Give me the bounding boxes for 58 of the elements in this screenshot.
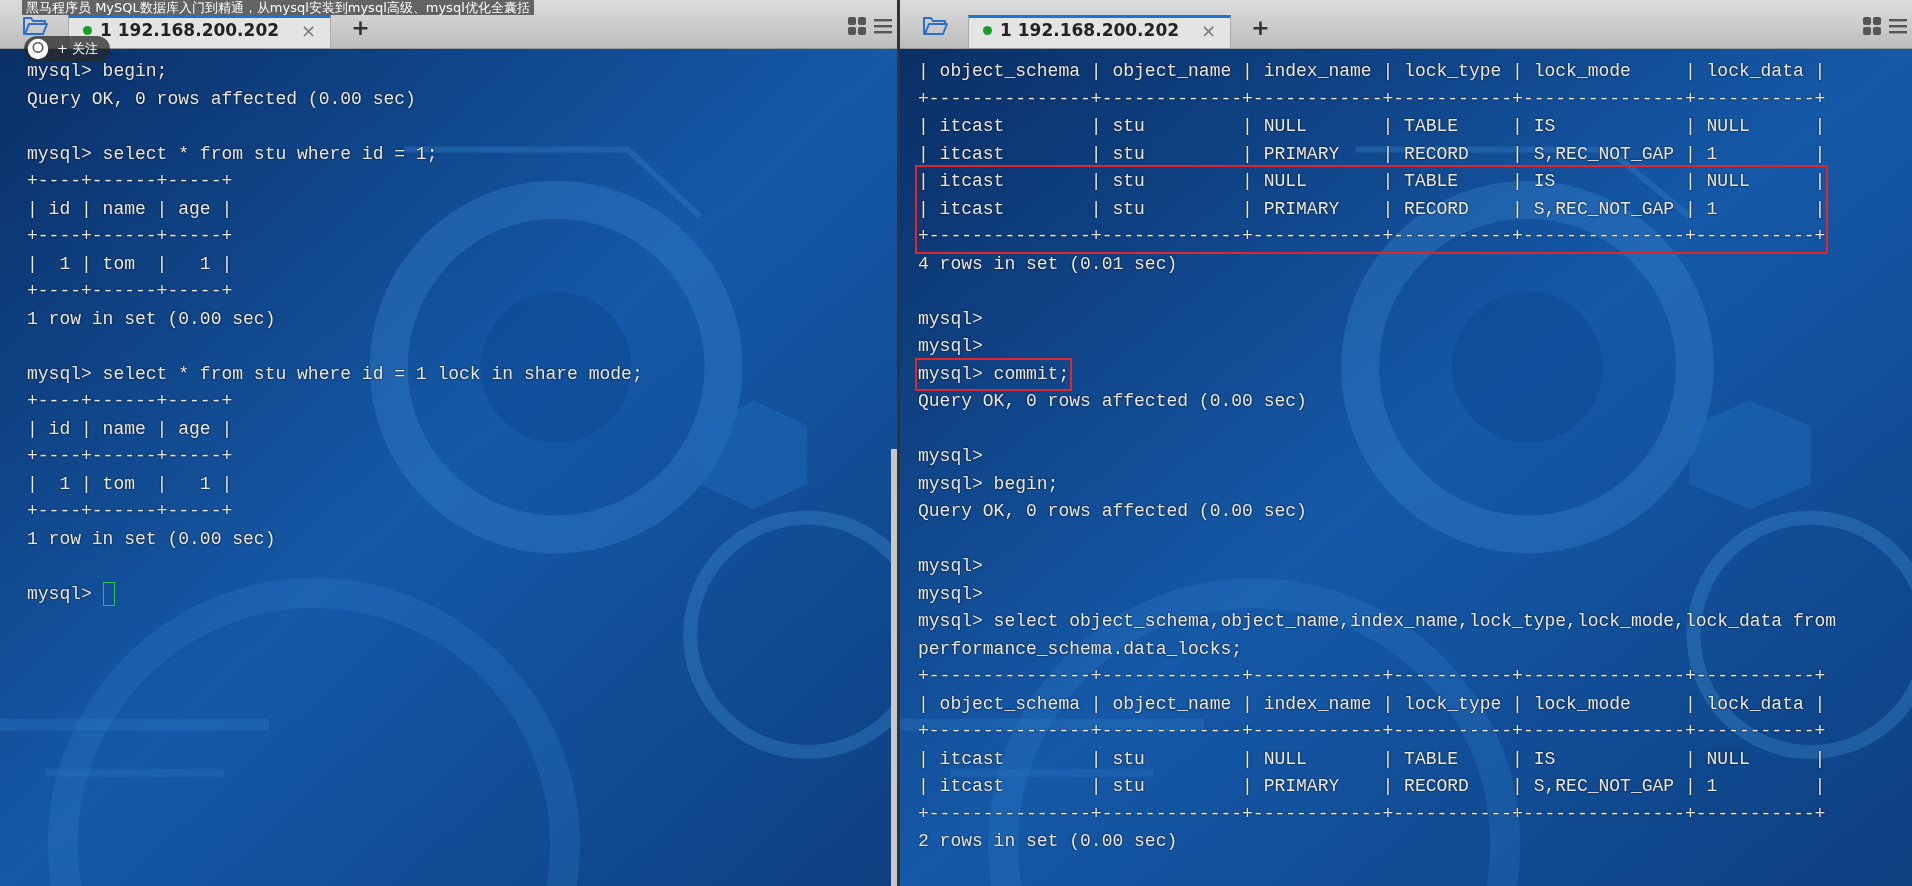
terminal-line: +---------------+-------------+------------+-----------+---------------+-----------+: [918, 225, 1826, 248]
terminal-line: | id | name | age |: [27, 417, 233, 441]
terminal-line: +----+------+-----+: [27, 170, 233, 193]
terminal-line: mysql>: [918, 555, 983, 578]
close-icon[interactable]: ×: [301, 19, 317, 41]
terminal-line: performance_schema.data_locks;: [918, 637, 1243, 661]
video-title: 黑马程序员 MySQL数据库入门到精通，从mysql安装到mysql高级、mysql优化全囊括: [22, 0, 534, 15]
terminal-line: Query OK, 0 rows affected (0.00 sec): [27, 87, 416, 111]
new-tab-button[interactable]: +: [1247, 15, 1274, 40]
terminal-line: | itcast | stu | PRIMARY | RECORD | S,REC_NOT_GAP | 1 |: [918, 197, 1826, 221]
terminal-line: mysql> select object_schema,object_name,index_name,lock_type,lock_mode,lock_data from: [918, 610, 1837, 633]
terminal-line: +----+------+-----+: [27, 280, 233, 303]
terminal-line: Query OK, 0 rows affected (0.00 sec): [918, 500, 1307, 523]
folder-icon[interactable]: [922, 14, 948, 36]
new-tab-button[interactable]: +: [347, 15, 374, 40]
terminal-line: | id | name | age |: [27, 197, 233, 221]
terminal-line: 4 rows in set (0.01 sec): [918, 252, 1178, 276]
terminal-line: | 1 | tom | 1 |: [27, 252, 233, 276]
terminal-line: | itcast | stu | NULL | TABLE | IS | NULL |: [918, 170, 1826, 193]
terminal-line: +---------------+-------------+------------+-----------+---------------+-----------+: [918, 665, 1826, 688]
terminal-line: 1 row in set (0.00 sec): [27, 527, 276, 551]
terminal-line: +---------------+-------------+------------+-----------+---------------+-----------+: [918, 720, 1826, 743]
terminal-line: mysql>: [918, 335, 983, 358]
text-cursor: [102, 582, 115, 607]
session-tab[interactable]: 1 192.168.200.202 ×: [968, 15, 1232, 48]
terminal-line: +----+------+-----+: [27, 390, 233, 413]
terminal-line: mysql>: [918, 582, 983, 606]
scrollbar[interactable]: [891, 449, 897, 886]
terminal-line: +----+------+-----+: [27, 445, 233, 468]
terminal-line: +---------------+-------------+------------+-----------+---------------+-----------+: [918, 802, 1826, 826]
menu-icon[interactable]: [1888, 16, 1908, 36]
terminal-line: | object_schema | object_name | index_name | lock_type | lock_mode | lock_data |: [918, 60, 1826, 83]
terminal-line: mysql> begin;: [918, 472, 1059, 496]
close-icon[interactable]: ×: [1201, 19, 1217, 41]
folder-icon[interactable]: [22, 14, 48, 36]
terminal-line: +---------------+-------------+------------+-----------+---------------+-----------+: [918, 87, 1826, 111]
terminal-line: | itcast | stu | NULL | TABLE | IS | NULL |: [918, 115, 1826, 138]
terminal-line: mysql> commit;: [918, 362, 1070, 386]
terminal-line: | 1 | tom | 1 |: [27, 472, 233, 496]
terminal-line: | itcast | stu | NULL | TABLE | IS | NULL |: [918, 747, 1826, 771]
terminal-line: mysql> begin;: [27, 60, 168, 83]
terminal-line: 2 rows in set (0.00 sec): [918, 830, 1178, 853]
grid-icon[interactable]: [1862, 16, 1882, 36]
terminal-line: | object_schema | object_name | index_name | lock_type | lock_mode | lock_data |: [918, 692, 1826, 716]
terminal-line: +----+------+-----+: [27, 500, 233, 523]
terminal-line: mysql>: [918, 445, 983, 468]
menu-icon[interactable]: [873, 16, 893, 36]
terminal-line: mysql> select * from stu where id = 1 lock in share mode;: [27, 362, 643, 386]
terminal-line: | itcast | stu | PRIMARY | RECORD | S,REC_NOT_GAP | 1 |: [918, 775, 1826, 798]
terminal-line: Query OK, 0 rows affected (0.00 sec): [918, 390, 1307, 413]
terminal-line: 1 row in set (0.00 sec): [27, 307, 276, 331]
terminal-line: mysql>: [27, 582, 92, 606]
terminal-line: +----+------+-----+: [27, 225, 233, 248]
terminal-line: | itcast | stu | PRIMARY | RECORD | S,REC_NOT_GAP | 1 |: [918, 142, 1826, 166]
follow-button[interactable]: + 关注: [24, 36, 111, 62]
grid-icon[interactable]: [847, 16, 867, 36]
terminal-line: mysql> select * from stu where id = 1;: [27, 142, 438, 166]
terminal-line: mysql>: [918, 307, 983, 331]
